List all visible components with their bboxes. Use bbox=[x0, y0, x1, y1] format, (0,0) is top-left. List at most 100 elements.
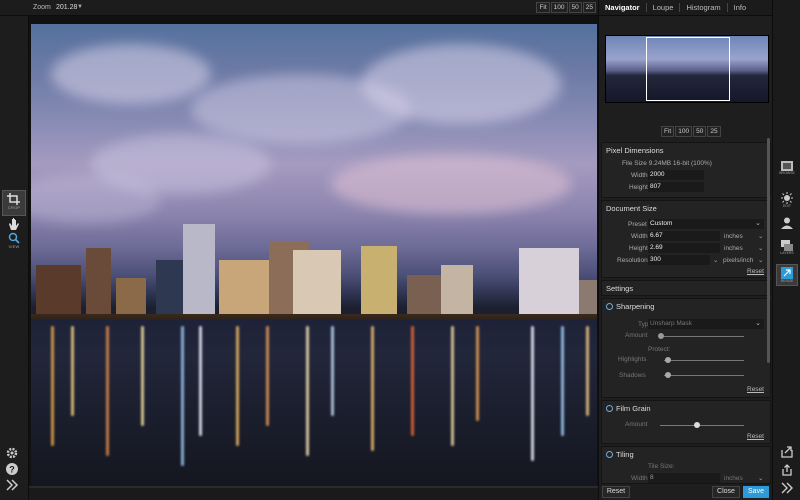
preset-dropdown[interactable]: Custom ⌄ bbox=[648, 219, 764, 229]
nav-fit-button[interactable]: Fit bbox=[661, 126, 675, 137]
sharpening-amount-label: Amount bbox=[625, 332, 648, 339]
collapse-left-icon[interactable] bbox=[5, 478, 23, 492]
person-icon bbox=[781, 217, 793, 229]
export-icon[interactable] bbox=[776, 444, 798, 460]
collapse-right-icon[interactable] bbox=[776, 480, 798, 496]
doc-height-field[interactable]: 2.69 bbox=[648, 243, 720, 253]
tab-info[interactable]: Info bbox=[728, 3, 753, 12]
river-reflection bbox=[31, 320, 597, 488]
resolution-label: Resolution bbox=[617, 257, 648, 264]
chevron-down-icon[interactable]: ⌄ bbox=[758, 244, 763, 252]
document-size-reset-button[interactable]: Reset bbox=[747, 268, 764, 275]
tile-width-field[interactable]: 8 bbox=[648, 473, 720, 483]
tiling-toggle[interactable] bbox=[606, 451, 613, 458]
right-panel: Navigator Loupe Histogram Info Fit 100 5… bbox=[598, 0, 772, 500]
shadows-slider[interactable] bbox=[664, 375, 744, 376]
doc-height-unit[interactable]: inches bbox=[724, 245, 743, 252]
nav-50-button[interactable]: 50 bbox=[693, 126, 707, 137]
sharpening-title: Sharpening bbox=[616, 302, 655, 311]
zoom-label: Zoom bbox=[33, 4, 51, 11]
settings-title: Settings bbox=[606, 284, 634, 293]
pixel-width-label: Width bbox=[631, 172, 648, 179]
resolution-field[interactable]: 300 bbox=[648, 255, 710, 265]
highlights-label: Highlights bbox=[618, 356, 647, 363]
browse-module-label: BROWSE bbox=[779, 171, 795, 175]
pixel-height-value: 807 bbox=[648, 182, 704, 192]
layers-module-label: LAYERS bbox=[780, 251, 794, 255]
tile-size-label: Tile Size: bbox=[648, 463, 675, 470]
chevron-down-icon: ⌄ bbox=[755, 220, 761, 227]
resize-icon bbox=[781, 267, 793, 279]
tab-navigator[interactable]: Navigator bbox=[599, 3, 647, 12]
tab-histogram[interactable]: Histogram bbox=[680, 3, 728, 12]
zoom-100-button[interactable]: 100 bbox=[550, 2, 568, 13]
resize-module-label: RESIZE bbox=[780, 279, 794, 283]
shadows-knob[interactable] bbox=[665, 372, 671, 378]
tile-width-label: Width bbox=[631, 475, 648, 482]
sharpening-section: Sharpening Type Unsharp Mask ⌄ Amount Pr… bbox=[601, 298, 771, 398]
chevron-down-icon[interactable]: ⌄ bbox=[758, 232, 763, 240]
nav-100-button[interactable]: 100 bbox=[675, 126, 693, 137]
highlights-knob[interactable] bbox=[665, 357, 671, 363]
settings-gear-icon[interactable] bbox=[5, 446, 23, 460]
doc-width-field[interactable]: 6.67 bbox=[648, 231, 720, 241]
panel-tabs: Navigator Loupe Histogram Info bbox=[599, 0, 772, 16]
zoom-tool[interactable]: VIEW bbox=[2, 230, 26, 256]
horizontal-scrollbar[interactable] bbox=[29, 486, 598, 488]
panel-scrollbar[interactable] bbox=[767, 138, 770, 363]
sharpening-amount-knob[interactable] bbox=[658, 333, 664, 339]
zoom-fit-button[interactable]: Fit bbox=[536, 2, 550, 13]
film-grain-toggle[interactable] bbox=[606, 405, 613, 412]
zoom-value: 201.28 bbox=[56, 4, 78, 11]
top-toolbar: Zoom 201.28 ▼ Fit 100 50 25 bbox=[0, 0, 598, 16]
resize-module-button[interactable]: RESIZE bbox=[776, 264, 798, 286]
sharpening-toggle[interactable] bbox=[606, 303, 613, 310]
layers-module-button[interactable]: LAYERS bbox=[776, 238, 798, 260]
save-button[interactable]: Save bbox=[743, 486, 769, 498]
person-module-button[interactable] bbox=[776, 214, 798, 236]
film-grain-amount-slider[interactable] bbox=[660, 425, 744, 426]
reset-all-button[interactable]: Reset bbox=[602, 486, 630, 498]
svg-text:?: ? bbox=[9, 465, 15, 475]
zoom-50-button[interactable]: 50 bbox=[568, 2, 582, 13]
chevron-down-icon[interactable]: ⌄ bbox=[713, 256, 718, 264]
film-grain-reset-button[interactable]: Reset bbox=[747, 433, 764, 440]
sharpening-type-dropdown[interactable]: Unsharp Mask ⌄ bbox=[648, 319, 764, 329]
sharpening-amount-slider[interactable] bbox=[660, 336, 744, 337]
zoom-25-button[interactable]: 25 bbox=[582, 2, 596, 13]
protect-label: Protect: bbox=[648, 346, 671, 353]
pixel-height-label: Height bbox=[629, 184, 648, 191]
sun-icon bbox=[781, 192, 793, 204]
shadows-label: Shadows bbox=[619, 372, 646, 379]
edit-module-label: EDIT bbox=[783, 204, 791, 208]
tile-width-unit[interactable]: inches bbox=[724, 475, 743, 482]
image-canvas[interactable] bbox=[29, 16, 598, 488]
crop-icon bbox=[7, 193, 20, 205]
chevron-down-icon[interactable]: ⌄ bbox=[758, 256, 763, 264]
highlights-slider[interactable] bbox=[664, 360, 744, 361]
help-icon[interactable]: ? bbox=[5, 462, 23, 476]
navigator-viewport[interactable] bbox=[646, 37, 730, 101]
nav-25-button[interactable]: 25 bbox=[707, 126, 721, 137]
zoom-buttons: Fit 100 50 25 bbox=[536, 2, 596, 13]
tab-loupe[interactable]: Loupe bbox=[647, 3, 681, 12]
tiling-section: Tiling Tile Size: Width 8 inches ⌄ bbox=[601, 446, 771, 484]
crop-tool[interactable]: CROP bbox=[2, 190, 26, 216]
film-grain-section: Film Grain Amount Reset bbox=[601, 400, 771, 444]
view-tool-label: VIEW bbox=[8, 244, 20, 249]
chevron-down-icon[interactable]: ⌄ bbox=[758, 474, 763, 482]
zoom-dropdown[interactable]: 201.28 ▼ bbox=[54, 2, 84, 13]
left-toolbar: CROP VIEW ? bbox=[0, 16, 29, 500]
edit-module-button[interactable]: EDIT bbox=[776, 190, 798, 212]
pixel-dimensions-title: Pixel Dimensions bbox=[606, 146, 664, 155]
share-icon[interactable] bbox=[776, 462, 798, 478]
tiling-title: Tiling bbox=[616, 450, 634, 459]
document-size-title: Document Size bbox=[606, 204, 657, 213]
doc-width-unit[interactable]: inches bbox=[724, 233, 743, 240]
close-button[interactable]: Close bbox=[712, 486, 740, 498]
navigator-thumbnail[interactable] bbox=[605, 35, 769, 103]
film-grain-amount-knob[interactable] bbox=[694, 422, 700, 428]
resolution-unit[interactable]: pixels/inch bbox=[723, 257, 753, 264]
browse-module-button[interactable]: BROWSE bbox=[776, 158, 798, 180]
sharpening-reset-button[interactable]: Reset bbox=[747, 386, 764, 393]
